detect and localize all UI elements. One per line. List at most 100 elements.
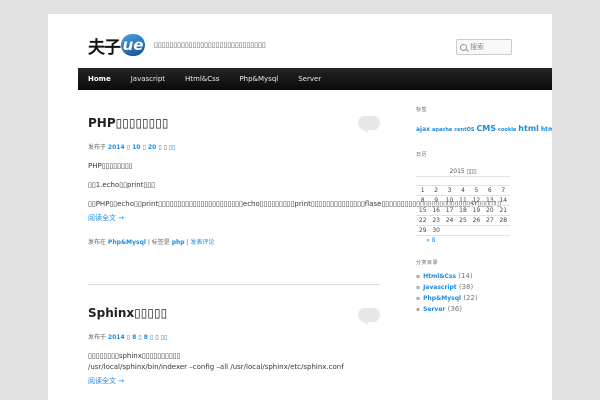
calendar-day: 24 [442,215,457,226]
category-count: (36) [447,305,462,313]
calendar-day: 2 [429,185,443,196]
calendar-day: 12 [469,195,484,206]
post-paragraph: /usr/local/sphinx/bin/indexer –config –a… [88,363,344,371]
post-paragraph: ▯▯▯▯▯▯▯▯sphinx▯▯▯▯▯▯▯▯▯▯ [88,352,181,360]
tag-link[interactable]: html [518,124,539,133]
post-footer: 发布在 Php&Mysql | 标签是 php | 发表评论 [88,239,215,246]
calendar-day: 7 [496,185,510,196]
nav-item-server[interactable]: Server [288,68,331,90]
calendar-day [416,176,430,186]
calendar-day: 27 [483,215,497,226]
calendar-day: 3 [442,185,457,196]
category-link[interactable]: Javascript [423,284,457,291]
category-link[interactable]: Server [423,306,445,313]
post-meta: 发布于 2014 ▯ 8 ▯ 8 ▯ ▯ ▯▯ [88,334,168,341]
tag-link[interactable]: apache [432,127,452,133]
calendar-day: 9 [429,195,443,206]
calendar-day [456,225,470,236]
calendar-day: 25 [456,215,470,226]
sidebar: 标签 ajaxapachecentOSCMScookiehtmlhtml5jqu… [416,106,552,315]
category-item: Html&Css (14) [416,271,528,282]
nav-item-phpmysql[interactable]: Php&Mysql [229,68,288,90]
post-author-link[interactable]: ▯▯ [169,144,176,151]
site-header: 夫子 ue ▯▯▯▯▯▯▯▯▯▯▯▯▯▯▯▯▯▯▯▯▯▯▯▯▯▯▯▯▯ 搜索 [48,14,552,68]
tag-link[interactable]: cookie [498,127,516,133]
search-input[interactable]: 搜索 [456,39,512,55]
page: 夫子 ue ▯▯▯▯▯▯▯▯▯▯▯▯▯▯▯▯▯▯▯▯▯▯▯▯▯▯▯▯▯ 搜索 H… [48,14,552,400]
category-link[interactable]: Html&Css [423,273,456,280]
read-more-link[interactable]: 阅读全文 → [88,213,378,223]
calendar-day [496,176,510,186]
tag-link[interactable]: ajax [416,126,430,133]
category-count: (14) [458,272,473,280]
calendar-day: 22 [416,215,430,226]
category-item: Server (36) [416,304,528,315]
category-list: Html&Css (14)Javascript (38)Php&Mysql (2… [416,271,528,315]
calendar-day [469,176,484,186]
search-placeholder: 搜索 [470,43,484,51]
category-link[interactable]: Php&Mysql [423,295,461,302]
calendar-day: 11 [456,195,470,206]
calendar: 2015 ▯▯▯ 1 2 3 4 5 6 7 8 9 10 11 12 13 14 15 16 17 18 19 20… [416,168,510,245]
post-author-link[interactable]: ▯▯ [160,334,167,341]
post-divider [88,284,380,285]
calendar-day: 17 [442,205,457,216]
post-paragraph: ▯▯1.echo▯▯print▯▯▯ [88,181,155,189]
calendar-caption: 2015 ▯▯▯ [449,168,477,175]
calendar-day [429,176,443,186]
calendar-day: 19 [469,205,484,216]
calendar-day: 4 [456,185,470,196]
site-tagline: ▯▯▯▯▯▯▯▯▯▯▯▯▯▯▯▯▯▯▯▯▯▯▯▯▯▯▯▯▯ [154,41,266,49]
calendar-day [483,225,497,236]
nav-item-home[interactable]: Home [78,68,121,90]
calendar-day: 29 [416,225,430,236]
calendar-day: 18 [456,205,470,216]
calendar-day: 6 [483,185,497,196]
calendar-day: 5 [469,185,484,196]
post-meta: 发布于 2014 ▯ 10 ▯ 20 ▯ ▯ ▯▯ [88,144,176,151]
tag-link[interactable]: html5 [541,126,552,133]
tags-widget-title: 标签 [416,107,428,113]
calendar-day [496,225,510,236]
site-logo[interactable]: 夫子 ue [88,34,145,58]
post-tag-link[interactable]: php [172,239,185,246]
nav-item-htmlcss[interactable]: Html&Css [175,68,229,90]
calendar-day: 10 [442,195,457,206]
calendar-day: 1 [416,185,430,196]
calendar-day: 30 [429,225,443,236]
leave-comment-link[interactable]: 发表评论 [190,239,214,246]
post-title[interactable]: Sphinx▯▯▯▯▯ [88,306,378,320]
calendar-grid: 1 2 3 4 5 6 7 8 9 10 11 12 13 14 15 16 17 18 19 20 21 22 23 24 2… [416,176,510,245]
post-date-link[interactable]: 2014 ▯ 10 ▯ 20 ▯ [108,144,162,151]
category-count: (22) [463,294,478,302]
post-title[interactable]: PHP▯▯▯▯▯▯▯▯ [88,116,378,130]
calendar-day: 16 [429,205,443,216]
categories-widget-title: 分类目录 [416,260,439,266]
category-item: Php&Mysql (22) [416,293,528,304]
calendar-day [442,176,457,186]
main-nav: Home Javascript Html&Css Php&Mysql Serve… [78,68,552,90]
post-paragraph: PHP▯▯▯▯▯▯▯▯ [88,162,133,170]
tag-link[interactable]: centOS [454,127,474,133]
category-count: (38) [458,283,474,291]
calendar-day [456,176,470,186]
post-paragraph: ▯▯PHP▯▯echo▯▯print▯▯▯▯▯▯▯▯▯▯▯▯▯▯▯▯▯▯▯▯▯▯… [88,200,502,208]
calendar-day: 8 [416,195,430,206]
calendar-day: 28 [496,215,510,226]
calendar-day: 26 [469,215,484,226]
post-entry: PHP▯▯▯▯▯▯▯▯ 发布于 2014 ▯ 10 ▯ 20 ▯ ▯ ▯▯ PH… [88,116,502,246]
post-date-link[interactable]: 2014 ▯ 8 ▯ 8 ▯ [108,334,153,341]
calendar-day: 13 [483,195,497,206]
calendar-widget-title: 日历 [416,152,428,158]
calendar-day [483,176,497,186]
calendar-day: 15 [416,205,430,216]
post-category-link[interactable]: Php&Mysql [108,239,146,246]
read-more-link[interactable]: 阅读全文 → [88,376,378,386]
calendar-prev-link[interactable]: « 8 [416,235,510,245]
calendar-day: 20 [483,205,497,216]
logo-text: 夫子 [88,37,121,58]
tag-cloud: ajaxapachecentOSCMScookiehtmlhtml5jquery… [416,119,552,137]
logo-badge: ue [121,34,145,56]
nav-item-javascript[interactable]: Javascript [121,68,175,90]
tag-link[interactable]: CMS [476,124,496,133]
